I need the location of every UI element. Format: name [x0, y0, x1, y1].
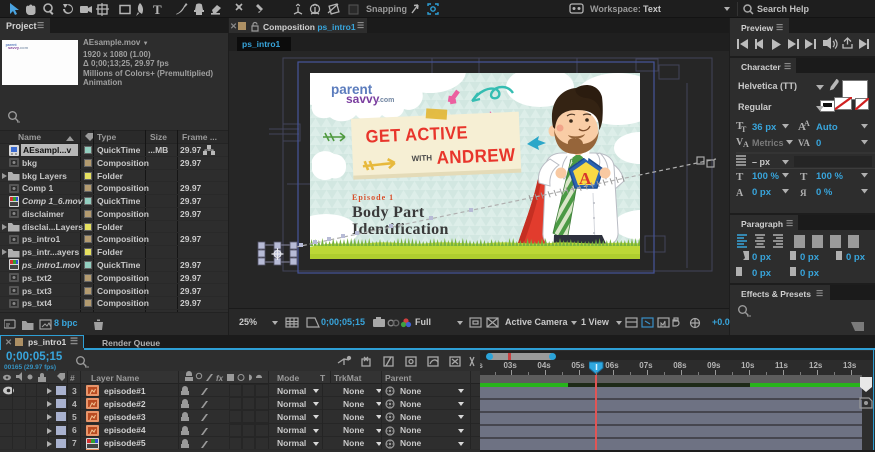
- svg-text:#: #: [70, 373, 75, 383]
- svg-text:0 px: 0 px: [800, 268, 820, 279]
- svg-text:A: A: [743, 140, 749, 149]
- svg-text:0 px: 0 px: [846, 252, 866, 263]
- svg-text:100 %: 100 %: [816, 171, 843, 182]
- svg-text:Mode: Mode: [277, 373, 299, 383]
- svg-text:fx: fx: [216, 374, 224, 383]
- svg-text:Layer Name: Layer Name: [91, 373, 139, 383]
- svg-text:T: T: [320, 373, 326, 383]
- svg-text:– px: – px: [752, 157, 770, 167]
- svg-text:Metrics: Metrics: [752, 138, 784, 148]
- svg-text:0 %: 0 %: [816, 187, 833, 198]
- svg-text:A: A: [804, 120, 810, 128]
- svg-text:0 px: 0 px: [752, 187, 772, 198]
- svg-text:36 px: 36 px: [752, 122, 777, 133]
- svg-text:T: T: [736, 171, 744, 183]
- svg-text:TrkMat: TrkMat: [334, 373, 362, 383]
- svg-text:0 px: 0 px: [752, 252, 772, 263]
- svg-text:0 px: 0 px: [800, 252, 820, 263]
- svg-text:Parent: Parent: [385, 373, 412, 383]
- svg-text:Я: Я: [800, 188, 807, 198]
- svg-text:0 px: 0 px: [752, 268, 772, 279]
- svg-text:T: T: [153, 2, 162, 17]
- svg-text:0: 0: [816, 138, 821, 149]
- svg-text:VA: VA: [798, 138, 810, 148]
- svg-text:A: A: [736, 188, 744, 199]
- svg-text:T: T: [741, 125, 747, 134]
- svg-text:100 %: 100 %: [752, 171, 779, 182]
- svg-text:Auto: Auto: [816, 122, 838, 133]
- svg-text:T: T: [800, 171, 808, 183]
